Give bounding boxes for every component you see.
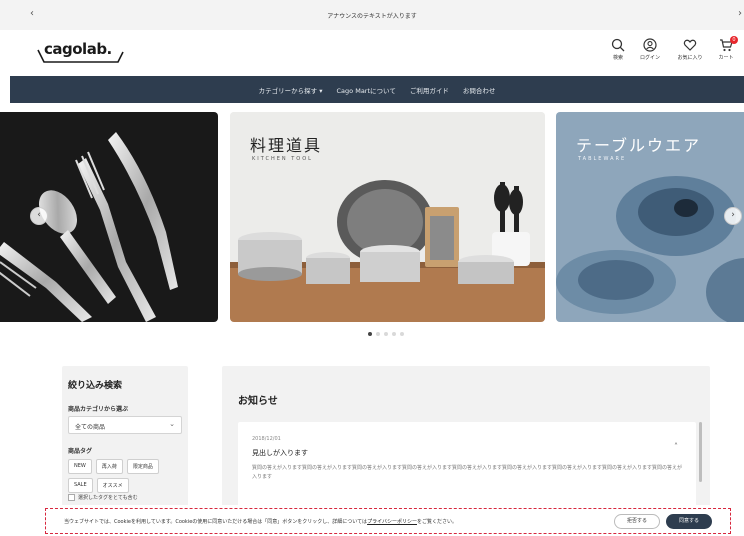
news-date: 2018/12/01 xyxy=(252,436,281,442)
nav-item-guide[interactable]: ご利用ガイド xyxy=(410,85,449,95)
checkbox-box[interactable] xyxy=(68,494,75,501)
cookie-text: 当ウェブサイトでは、Cookieを利用しています。Cookieの使用に同意いただ… xyxy=(64,518,457,525)
search-button[interactable]: 検索 xyxy=(604,38,632,70)
site-header: cagolab. 検索 ログイン お気に入り 0 カート xyxy=(0,30,744,76)
login-label: ログイン xyxy=(639,55,660,61)
login-button[interactable]: ログイン xyxy=(636,38,664,70)
tag-sale[interactable]: SALE xyxy=(68,478,93,493)
logo-frame-icon xyxy=(37,49,124,63)
slide-title: 料理道具 xyxy=(250,136,323,155)
favorites-label: お気に入り xyxy=(677,55,703,61)
slide-title: テーブルウエア xyxy=(576,136,702,155)
tag-match-checkbox[interactable]: 選択したタグをとても含む xyxy=(68,494,138,501)
slider-dot[interactable] xyxy=(392,332,396,336)
category-label: 商品カテゴリから選ぶ xyxy=(68,406,129,413)
nav-item-contact[interactable]: お問合わせ xyxy=(463,85,496,95)
news-title: お知らせ xyxy=(238,396,278,407)
tag-label: 商品タグ xyxy=(68,448,93,455)
site-logo[interactable]: cagolab. xyxy=(34,40,124,66)
news-heading: 見出しが入ります xyxy=(252,449,308,457)
announcement-prev-icon[interactable]: ‹ xyxy=(30,8,34,19)
filter-title: 絞り込み検索 xyxy=(68,381,123,391)
nav-item-categories[interactable]: カテゴリーから探す ▾ xyxy=(259,85,323,95)
news-item[interactable]: 2018/12/01 見出しが入ります ˄ 質問の答えが入ります質問の答えが入り… xyxy=(238,422,696,516)
cookie-text-after: をご覧ください。 xyxy=(416,518,457,525)
slider-dot[interactable] xyxy=(384,332,388,336)
cookie-text-before: 当ウェブサイトでは、Cookieを利用しています。Cookieの使用に同意いただ… xyxy=(64,518,368,525)
cart-label: カート xyxy=(718,55,734,61)
cookie-banner: 当ウェブサイトでは、Cookieを利用しています。Cookieの使用に同意いただ… xyxy=(0,505,744,536)
tag-new[interactable]: NEW xyxy=(68,459,92,474)
slider-dot[interactable] xyxy=(376,332,380,336)
slider-prev-button[interactable]: ‹ xyxy=(30,207,48,225)
heart-icon xyxy=(683,39,697,51)
slide-subtitle: TABLEWARE xyxy=(578,156,627,162)
privacy-policy-link[interactable]: プライバシーポリシー xyxy=(367,519,417,525)
chevron-down-icon: ⌄ xyxy=(169,420,175,428)
slide-kitchen-tool[interactable]: 料理道具 KITCHEN TOOL xyxy=(230,112,545,322)
login-icon xyxy=(643,38,657,52)
announcement-next-icon[interactable]: › xyxy=(738,8,742,19)
slide-subtitle: KITCHEN TOOL xyxy=(252,156,313,162)
slider-dot[interactable] xyxy=(368,332,372,336)
tag-limited[interactable]: 限定商品 xyxy=(126,459,159,474)
nav-item-about[interactable]: Cago Martについて xyxy=(337,85,396,95)
tag-list: NEW 再入荷 限定商品 SALE オススメ xyxy=(68,459,184,493)
main-nav: カテゴリーから探す ▾ Cago Martについて ご利用ガイド お問合わせ xyxy=(10,76,744,103)
cart-count-badge: 0 xyxy=(730,36,738,44)
tag-recommended[interactable]: オススメ xyxy=(96,478,129,493)
search-label: 検索 xyxy=(612,55,623,61)
announcement-text: アナウンスのテキストが入ります xyxy=(327,12,417,20)
news-scrollbar[interactable] xyxy=(699,422,702,482)
category-select[interactable]: 全ての商品 ⌄ xyxy=(68,416,182,434)
slider-dot[interactable] xyxy=(400,332,404,336)
filter-panel: 絞り込み検索 商品カテゴリから選ぶ 全ての商品 ⌄ 商品タグ NEW 再入荷 限… xyxy=(62,366,188,516)
slider-dots xyxy=(368,332,404,336)
news-body: 質問の答えが入ります質問の答えが入ります質問の答えが入ります質問の答えが入ります… xyxy=(252,465,683,480)
checkbox-label: 選択したタグをとても含む xyxy=(78,495,138,501)
favorites-button[interactable]: お気に入り xyxy=(676,38,704,70)
announcement-bar: ‹ アナウンスのテキストが入ります › xyxy=(0,0,744,30)
category-select-value: 全ての商品 xyxy=(75,424,106,431)
slide-tableware[interactable]: テーブルウエア TABLEWARE xyxy=(556,112,744,322)
news-panel: お知らせ 2018/12/01 見出しが入ります ˄ 質問の答えが入ります質問の… xyxy=(222,366,710,516)
chevron-up-icon[interactable]: ˄ xyxy=(674,442,678,451)
reject-button[interactable]: 拒否する xyxy=(614,514,660,529)
cookie-frame: 当ウェブサイトでは、Cookieを利用しています。Cookieの使用に同意いただ… xyxy=(45,508,731,534)
tag-restock[interactable]: 再入荷 xyxy=(95,459,123,474)
slider-next-button[interactable]: › xyxy=(724,207,742,225)
accept-button[interactable]: 同意する xyxy=(666,514,712,529)
cart-button[interactable]: 0 カート xyxy=(712,36,740,70)
hero-slider: 料理道具 KITCHEN TOOL テーブルウエア TABLEWARE ‹ › xyxy=(0,112,744,324)
search-icon xyxy=(611,38,625,52)
